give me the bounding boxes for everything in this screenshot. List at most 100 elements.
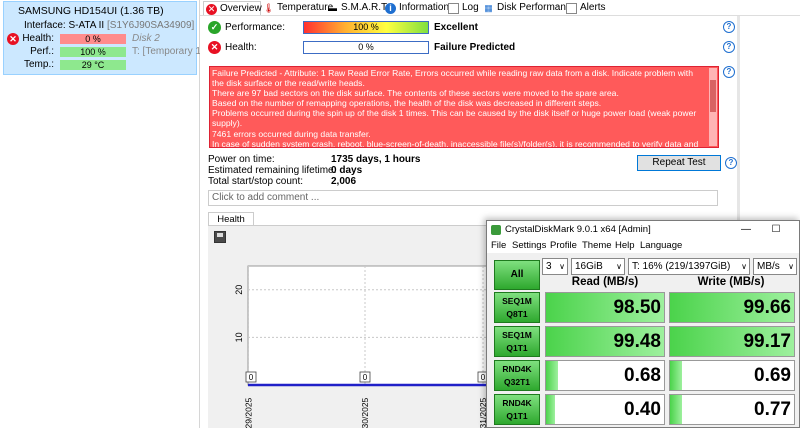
data-label: 0 — [249, 373, 254, 382]
test-button[interactable]: RND4K Q1T1 — [494, 394, 540, 425]
start-stop-value: 2,006 — [331, 176, 357, 187]
remaining-lifetime-label: Estimated remaining lifetime: — [208, 165, 337, 176]
health-bar: 0 % — [60, 34, 126, 44]
tab-overview[interactable]: ✕ Overview — [203, 1, 262, 15]
comment-field[interactable]: Click to add comment ... — [208, 190, 718, 206]
x-tick-label: 10/30/2025 — [360, 397, 370, 428]
read-result-cell: 0.68 — [545, 360, 665, 391]
tab-alerts[interactable]: Alerts — [564, 1, 606, 15]
drive-value: T: 16% (219/1397GiB) — [632, 261, 731, 272]
performance-label: Performance: — [225, 22, 286, 33]
tab-health-chart[interactable]: Health (%) — [208, 212, 254, 238]
all-button[interactable]: All — [494, 260, 540, 290]
warning-scrollbar[interactable] — [709, 68, 717, 146]
test-queue: Q32T1 — [504, 377, 530, 387]
help-icon[interactable]: ? — [723, 21, 735, 33]
tab-disk-performance[interactable]: ▦ Disk Performance — [481, 1, 576, 15]
disk-list-panel: SAMSUNG HD154UI (1.36 TB) Interface: S-A… — [0, 0, 204, 428]
warning-line: Problems occurred during the spin up of … — [212, 108, 697, 129]
menu-theme[interactable]: Theme — [582, 239, 612, 253]
test-name: RND4K — [502, 398, 532, 408]
test-button[interactable]: SEQ1M Q1T1 — [494, 326, 540, 357]
write-result-value: 99.66 — [743, 297, 791, 318]
menu-file[interactable]: File — [491, 239, 506, 253]
chevron-down-icon: ∨ — [559, 262, 565, 271]
drive-select[interactable]: T: 16% (219/1397GiB) ∨ — [628, 258, 750, 275]
help-icon[interactable]: ? — [725, 157, 737, 169]
overview-icon: ✕ — [206, 4, 217, 15]
minimize-icon[interactable]: — — [733, 221, 759, 239]
data-label: 0 — [363, 373, 368, 382]
start-stop-label: Total start/stop count: — [208, 176, 304, 187]
warning-line: In case of sudden system crash, reboot, … — [212, 138, 699, 148]
cdm-menu-bar: File Settings Profile Theme Help Languag… — [487, 239, 799, 253]
check-icon: ✓ — [208, 21, 221, 34]
menu-language[interactable]: Language — [640, 239, 682, 253]
disk-performance-icon: ▦ — [484, 3, 493, 13]
test-name: RND4K — [502, 364, 532, 374]
read-result-value: 0.40 — [624, 399, 661, 420]
read-result-value: 0.68 — [624, 365, 661, 386]
repeat-test-button[interactable]: Repeat Test — [637, 155, 721, 171]
y-tick-label: 20 — [234, 285, 244, 295]
write-result-value: 99.17 — [743, 331, 791, 352]
maximize-icon[interactable]: ☐ — [763, 221, 789, 239]
perf-row: Perf.: 100 % T: [Temporary 1] — [4, 46, 204, 58]
disk-title: SAMSUNG HD154UI (1.36 TB) — [18, 5, 164, 17]
read-header: Read (MB/s) — [571, 276, 639, 288]
app-logo-icon — [491, 225, 501, 235]
tab-smart[interactable]: ▬ S.M.A.R.T. — [325, 1, 389, 15]
tab-label: S.M.A.R.T. — [341, 2, 389, 13]
write-result-cell: 0.69 — [669, 360, 795, 391]
read-result-cell: 0.40 — [545, 394, 665, 425]
count-select[interactable]: 3 ∨ — [542, 258, 568, 275]
disk-interface: Interface: S-ATA II [S1Y6J90SA34909] — [24, 20, 194, 31]
temp-bar: 29 °C — [60, 60, 126, 70]
test-button[interactable]: SEQ1M Q8T1 — [494, 292, 540, 323]
help-icon[interactable]: ? — [723, 66, 735, 78]
write-result-cell: 99.17 — [669, 326, 795, 357]
alerts-icon — [566, 3, 577, 14]
health-label: Health: — [22, 33, 54, 44]
remaining-lifetime-value: 0 days — [331, 165, 363, 176]
cdm-title: CrystalDiskMark 9.0.1 x64 [Admin] — [505, 224, 651, 235]
performance-status: Excellent — [434, 22, 478, 33]
menu-settings[interactable]: Settings — [512, 239, 546, 253]
log-icon — [448, 3, 459, 14]
interface-label: Interface: S-ATA II — [24, 20, 105, 31]
power-on-value: 1735 days, 1 hours — [331, 154, 421, 165]
disk-card[interactable]: SAMSUNG HD154UI (1.36 TB) Interface: S-A… — [3, 1, 204, 75]
test-queue: Q8T1 — [506, 309, 528, 319]
disk-number: Disk 2 — [132, 33, 160, 44]
test-queue: Q1T1 — [506, 411, 528, 421]
read-result-bar — [546, 361, 558, 390]
smart-icon: ▬ — [328, 3, 337, 13]
scrollbar-thumb[interactable] — [710, 80, 716, 112]
tab-log[interactable]: Log — [446, 1, 479, 15]
chevron-down-icon: ∨ — [741, 262, 747, 271]
performance-bar: 100 % — [303, 21, 429, 34]
crystaldiskmark-window: CrystalDiskMark 9.0.1 x64 [Admin] — ☐ Fi… — [486, 220, 800, 428]
tab-label: Information — [399, 2, 450, 13]
tab-information[interactable]: i Information — [383, 1, 449, 15]
size-select[interactable]: 16GiB ∨ — [571, 258, 625, 275]
tab-temperature[interactable]: 🌡 Temperature — [261, 1, 333, 15]
menu-profile[interactable]: Profile — [550, 239, 577, 253]
help-icon[interactable]: ? — [723, 41, 735, 53]
count-value: 3 — [546, 261, 552, 272]
power-on-label: Power on time: — [208, 154, 275, 165]
tab-bar: ✕ Overview 🌡 Temperature ▬ S.M.A.R.T. i … — [200, 0, 800, 16]
unit-select[interactable]: MB/s ∨ — [753, 258, 797, 275]
write-result-value: 0.69 — [754, 365, 791, 386]
read-result-cell: 99.48 — [545, 326, 665, 357]
menu-help[interactable]: Help — [615, 239, 635, 253]
health-status: Failure Predicted — [434, 42, 516, 53]
tab-label: Overview — [220, 3, 262, 14]
write-result-bar — [670, 395, 683, 424]
thermometer-icon: 🌡 — [263, 3, 275, 13]
cdm-title-bar[interactable]: CrystalDiskMark 9.0.1 x64 [Admin] — ☐ — [487, 221, 799, 239]
health-label: Health: — [225, 42, 257, 53]
test-button[interactable]: RND4K Q32T1 — [494, 360, 540, 391]
x-tick-label: 10/29/2025 — [244, 397, 254, 428]
read-result-cell: 98.50 — [545, 292, 665, 323]
